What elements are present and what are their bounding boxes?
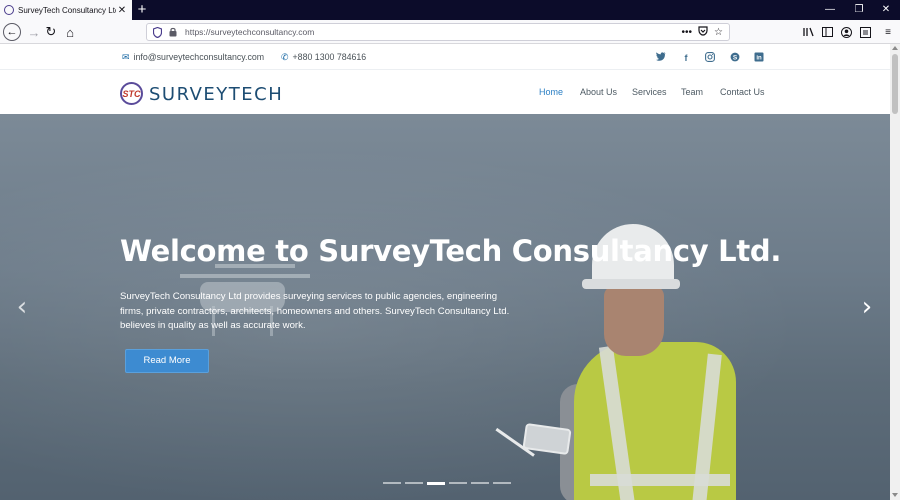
- menu-icon[interactable]: ≡: [880, 23, 896, 41]
- hard-hat-brim: [582, 279, 680, 289]
- reload-icon[interactable]: ↻: [42, 23, 60, 41]
- close-window-icon[interactable]: ✕: [872, 0, 900, 20]
- carousel-indicators: [383, 482, 511, 485]
- scroll-thumb[interactable]: [892, 54, 898, 114]
- carousel-next-icon[interactable]: ›: [858, 294, 876, 320]
- hero-carousel: Welcome to SurveyTech Consultancy Ltd. S…: [0, 114, 890, 500]
- logo-mark-text: STC: [122, 88, 141, 99]
- phone-text[interactable]: +880 1300 784616: [293, 52, 367, 62]
- linkedin-icon[interactable]: in: [753, 52, 765, 64]
- logo-mark-icon[interactable]: STC: [120, 82, 143, 105]
- svg-text:S: S: [733, 54, 738, 61]
- nav-contact-us[interactable]: Contact Us: [720, 87, 765, 97]
- envelope-icon: ✉: [122, 51, 130, 62]
- carousel-indicator[interactable]: [449, 482, 467, 484]
- library-icon[interactable]: [801, 23, 817, 41]
- browser-tab[interactable]: SurveyTech Consultancy Ltd. ✕: [0, 0, 132, 20]
- email-contact[interactable]: ✉ info@surveytechconsultancy.com: [122, 44, 264, 70]
- site-header: STC SURVEYTECH Home About Us Services Te…: [0, 71, 890, 114]
- twitter-icon[interactable]: [655, 52, 667, 64]
- minimize-icon[interactable]: —: [816, 0, 844, 20]
- web-page: ✉ info@surveytechconsultancy.com ✆ +880 …: [0, 44, 890, 500]
- skype-icon[interactable]: S: [729, 52, 741, 64]
- sidebar-icon[interactable]: [819, 23, 835, 41]
- svg-text:in: in: [756, 56, 762, 62]
- close-tab-icon[interactable]: ✕: [116, 5, 128, 16]
- home-icon[interactable]: ⌂: [61, 23, 79, 41]
- email-text[interactable]: info@surveytechconsultancy.com: [134, 52, 265, 62]
- more-actions-icon[interactable]: •••: [682, 27, 693, 38]
- carousel-indicator[interactable]: [493, 482, 511, 484]
- carousel-indicator[interactable]: [471, 482, 489, 484]
- vest-stripe: [590, 474, 730, 486]
- carousel-prev-icon[interactable]: ‹: [13, 294, 31, 320]
- carousel-indicator[interactable]: [383, 482, 401, 484]
- surveyor-head: [604, 286, 664, 356]
- extension-icon[interactable]: [857, 23, 873, 41]
- scroll-down-icon[interactable]: [892, 493, 898, 497]
- drone-arm: [180, 274, 310, 278]
- read-more-button[interactable]: Read More: [125, 349, 209, 373]
- account-icon[interactable]: [838, 23, 854, 41]
- address-bar[interactable]: https://surveytechconsultancy.com ••• ☆: [146, 23, 730, 41]
- carousel-indicator[interactable]: [405, 482, 423, 484]
- page-scrollbar[interactable]: [890, 44, 900, 500]
- hero-title: Welcome to SurveyTech Consultancy Ltd.: [120, 234, 782, 268]
- instagram-icon[interactable]: [704, 52, 716, 64]
- url-text[interactable]: https://surveytechconsultancy.com: [185, 27, 682, 37]
- restore-icon[interactable]: ❐: [845, 0, 873, 20]
- browser-toolbar: ← → ↻ ⌂ https://surveytechconsultancy.co…: [0, 20, 900, 44]
- nav-services[interactable]: Services: [632, 87, 667, 97]
- back-arrow-icon[interactable]: ←: [3, 23, 21, 41]
- browser-tabbar: SurveyTech Consultancy Ltd. ✕ + — ❐ ✕: [0, 0, 900, 20]
- hero-description: SurveyTech Consultancy Ltd provides surv…: [120, 291, 510, 332]
- carousel-indicator-active[interactable]: [427, 482, 445, 485]
- contact-topbar: ✉ info@surveytechconsultancy.com ✆ +880 …: [0, 44, 890, 70]
- nav-team[interactable]: Team: [681, 87, 703, 97]
- phone-contact[interactable]: ✆ +880 1300 784616: [281, 44, 366, 70]
- site-favicon-icon: [4, 5, 14, 15]
- facebook-icon[interactable]: f: [680, 52, 692, 64]
- new-tab-button[interactable]: +: [135, 1, 149, 19]
- phone-icon: ✆: [281, 51, 289, 62]
- nav-home[interactable]: Home: [539, 87, 563, 97]
- shield-icon[interactable]: [151, 26, 163, 38]
- site-logo[interactable]: SURVEYTECH: [149, 84, 283, 105]
- forward-arrow-icon[interactable]: →: [25, 23, 43, 41]
- nav-about-us[interactable]: About Us: [580, 87, 617, 97]
- tab-title: SurveyTech Consultancy Ltd.: [18, 5, 116, 15]
- scroll-up-icon[interactable]: [892, 46, 898, 50]
- star-icon[interactable]: ☆: [714, 27, 723, 38]
- pocket-icon[interactable]: [698, 25, 708, 39]
- lock-icon[interactable]: [167, 26, 179, 38]
